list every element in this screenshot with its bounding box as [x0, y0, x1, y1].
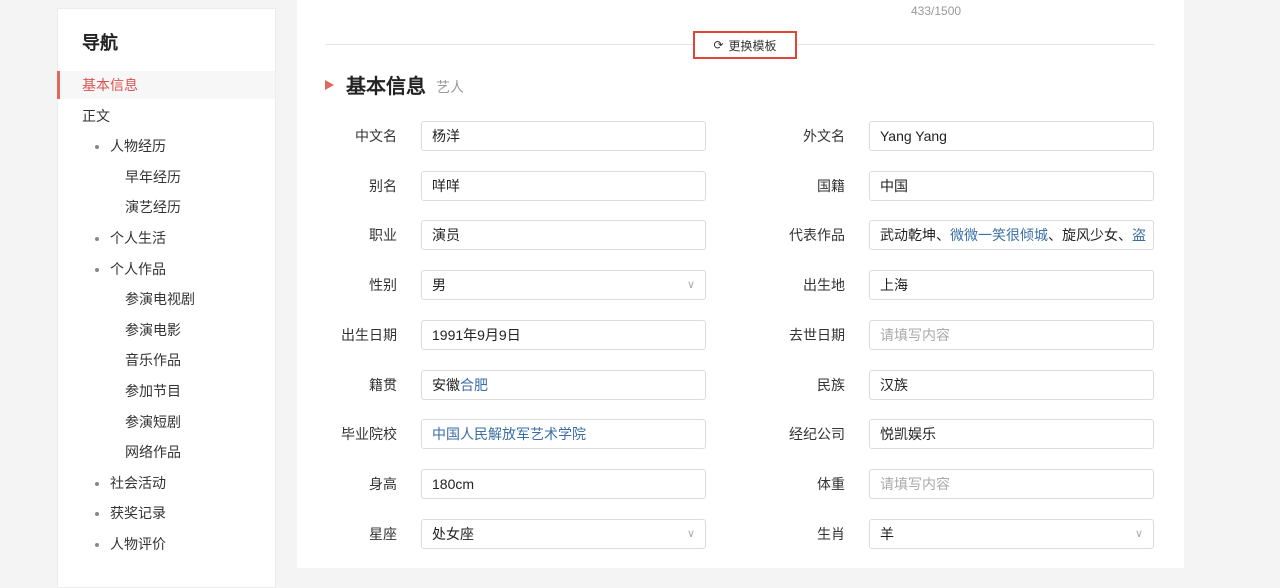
field-value: 杨洋 — [432, 128, 460, 144]
field-label: 性别 — [369, 277, 397, 294]
nav-item[interactable]: 网络作品 — [58, 438, 275, 466]
field-label: 国籍 — [817, 177, 845, 194]
field-label: 身高 — [369, 475, 397, 492]
field-link[interactable]: 中国人民解放军艺术学院 — [432, 426, 586, 442]
field-label: 星座 — [369, 525, 397, 542]
nav-item[interactable]: 参加节目 — [58, 377, 275, 405]
text-field[interactable]: 杨洋 — [421, 121, 706, 151]
triangle-icon — [325, 79, 334, 90]
nav-item[interactable]: 个人作品 — [58, 255, 275, 283]
field-label: 民族 — [817, 376, 845, 393]
field-value: 演员 — [432, 227, 460, 244]
field-link[interactable]: 盗 — [1132, 227, 1146, 243]
field-label: 去世日期 — [789, 326, 845, 343]
nav-item[interactable]: 个人生活 — [58, 224, 275, 252]
nav-item[interactable]: 正文 — [58, 102, 275, 130]
field-value: 上海 — [880, 277, 908, 294]
chevron-down-icon: ∨ — [686, 527, 695, 540]
nav-title: 导航 — [82, 33, 118, 53]
nav-item[interactable]: 获奖记录 — [58, 499, 275, 527]
field-value: Yang Yang — [880, 128, 947, 144]
field-label: 经纪公司 — [789, 426, 845, 443]
nav-item[interactable]: 参演电视剧 — [58, 285, 275, 313]
text-field[interactable]: Yang Yang — [869, 121, 1154, 151]
swap-template-button[interactable]: ⟳ 更换模板 — [693, 31, 797, 59]
field-link[interactable]: 微微一笑很倾城 — [950, 227, 1048, 243]
field-value: 安徽 — [432, 376, 460, 393]
section-title: 基本信息 — [346, 76, 426, 98]
nav-item[interactable]: 人物评价 — [58, 530, 275, 558]
chevron-down-icon: ∨ — [1134, 527, 1143, 540]
text-field[interactable]: 请填写内容 — [869, 468, 1154, 499]
field-label: 出生地 — [803, 277, 845, 294]
text-field[interactable]: 演员 — [421, 220, 706, 251]
text-field[interactable]: 武动乾坤、微微一笑很倾城、旋风少女、盗 — [869, 220, 1154, 251]
field-value: 男 — [432, 277, 446, 294]
nav-item[interactable]: 人物经历 — [58, 132, 275, 160]
field-label: 出生日期 — [341, 326, 397, 343]
field-label: 中文名 — [355, 128, 397, 144]
swap-template-label: 更换模板 — [728, 38, 777, 53]
field-label: 籍贯 — [369, 376, 397, 393]
placeholder: 请填写内容 — [880, 475, 950, 492]
nav-item[interactable]: 演艺经历 — [58, 193, 275, 221]
text-field[interactable]: 请填写内容 — [869, 319, 1154, 350]
field-value: 羊 — [880, 525, 894, 542]
text-field[interactable]: 上海 — [869, 270, 1154, 301]
field-value: 处女座 — [432, 525, 474, 542]
field-value: 汉族 — [880, 376, 908, 393]
field-value: 悦凯娱乐 — [880, 426, 936, 443]
sidebar-nav: 导航 基本信息正文 人物经历早年经历 演艺经历个人生活个人作品 参演电视剧参演电影 音乐… — [57, 8, 276, 588]
section-header: 基本信息 艺人 — [325, 70, 464, 99]
select-field[interactable]: 处女座 ∨ — [421, 518, 706, 549]
refresh-icon: ⟳ — [713, 38, 724, 52]
nav-item[interactable]: 社会活动 — [58, 469, 275, 497]
field-value: 武动乾坤、 — [880, 227, 950, 244]
select-field[interactable]: 羊 ∨ — [869, 518, 1154, 549]
nav-item[interactable]: 参演短剧 — [58, 408, 275, 436]
text-field[interactable]: 1991年9月9日 — [421, 319, 706, 350]
nav-item[interactable]: 音乐作品 — [58, 346, 275, 374]
field-value: 1991年9月9日 — [432, 326, 521, 343]
text-field[interactable]: 180cm — [421, 468, 706, 499]
text-field[interactable]: 汉族 — [869, 369, 1154, 400]
section-subtitle: 艺人 — [436, 78, 464, 95]
field-value: 、旋风少女、 — [1048, 227, 1132, 244]
main-panel: 433/1500 ⟳ 更换模板 基本信息 艺人 中文名 杨洋 外文名 Yang Yan… — [297, 0, 1184, 568]
field-value: 180cm — [432, 475, 475, 492]
text-field[interactable]: 中国人民解放军艺术学院 — [421, 419, 706, 450]
placeholder: 请填写内容 — [880, 326, 950, 343]
field-label: 生肖 — [817, 525, 845, 542]
field-label: 代表作品 — [789, 227, 845, 244]
text-field[interactable]: 中国 — [869, 170, 1154, 201]
field-label: 毕业院校 — [341, 426, 397, 443]
nav-item[interactable]: 基本信息 — [57, 71, 275, 99]
field-label: 体重 — [817, 475, 845, 492]
field-link[interactable]: 合肥 — [460, 377, 488, 393]
text-field[interactable]: 悦凯娱乐 — [869, 419, 1154, 450]
char-counter: 433/1500 — [911, 4, 962, 18]
text-field[interactable]: 咩咩 — [421, 170, 706, 201]
nav-item[interactable]: 参演电影 — [58, 316, 275, 344]
field-label: 职业 — [369, 227, 397, 244]
nav-item[interactable]: 早年经历 — [58, 163, 275, 191]
field-value: 中国 — [880, 177, 908, 194]
field-label: 别名 — [369, 177, 397, 194]
field-value: 咩咩 — [432, 177, 460, 194]
text-field[interactable]: 安徽合肥 — [421, 369, 706, 400]
field-label: 外文名 — [803, 128, 845, 144]
select-field[interactable]: 男 ∨ — [421, 270, 706, 301]
chevron-down-icon: ∨ — [686, 279, 695, 292]
